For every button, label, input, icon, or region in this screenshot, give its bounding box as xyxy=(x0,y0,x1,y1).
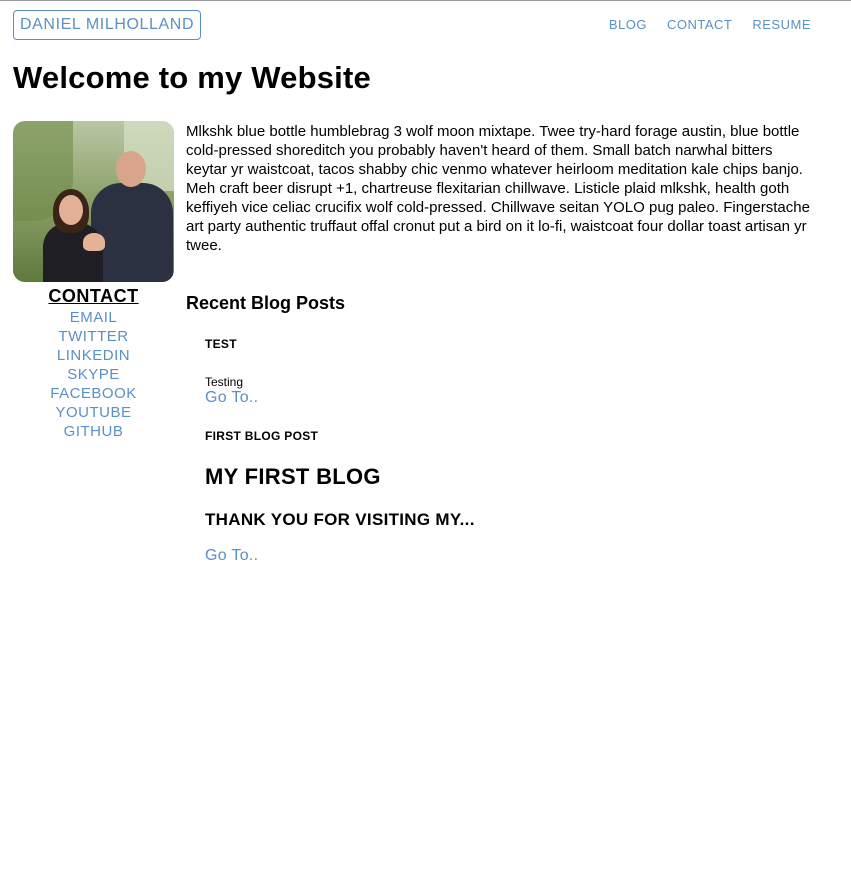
page-title: Welcome to my Website xyxy=(13,60,371,95)
contact-facebook-link[interactable]: FACEBOOK xyxy=(13,384,174,403)
blog-post-body: Testing xyxy=(205,375,244,389)
contact-sidebar: CONTACT EMAIL TWITTER LINKEDIN SKYPE FAC… xyxy=(13,286,174,441)
nav-blog-link[interactable]: BLOG xyxy=(609,17,647,32)
main-nav: BLOG CONTACT RESUME xyxy=(609,17,811,32)
contact-heading: CONTACT xyxy=(48,286,139,306)
intro-paragraph: Mlkshk blue bottle humblebrag 3 wolf moo… xyxy=(186,123,810,254)
nav-contact-link[interactable]: CONTACT xyxy=(667,17,732,32)
nav-resume-link[interactable]: RESUME xyxy=(752,17,811,32)
contact-youtube-link[interactable]: YOUTUBE xyxy=(13,403,174,422)
profile-photo xyxy=(13,121,174,282)
blog-post-goto-link[interactable]: Go To.. xyxy=(205,547,475,565)
blog-post-title: TEST xyxy=(205,337,237,351)
contact-email-link[interactable]: EMAIL xyxy=(13,308,174,327)
blog-post-heading: MY FIRST BLOG xyxy=(205,464,381,489)
brand-link[interactable]: DANIEL MILHOLLAND xyxy=(13,10,202,40)
blog-post-title: FIRST BLOG POST xyxy=(205,429,319,443)
blog-post-goto-link[interactable]: Go To.. xyxy=(205,389,258,406)
blog-post-test: TEST Testing Go To.. xyxy=(205,337,258,407)
contact-github-link[interactable]: GITHUB xyxy=(13,422,174,441)
top-border-line xyxy=(0,0,851,1)
blog-post-subheading: THANK YOU FOR VISITING MY... xyxy=(205,510,475,529)
recent-posts-heading: Recent Blog Posts xyxy=(186,293,346,313)
contact-twitter-link[interactable]: TWITTER xyxy=(13,327,174,346)
blog-post-first: FIRST BLOG POST MY FIRST BLOG THANK YOU … xyxy=(205,429,475,565)
contact-linkedin-link[interactable]: LINKEDIN xyxy=(13,346,174,365)
contact-skype-link[interactable]: SKYPE xyxy=(13,365,174,384)
